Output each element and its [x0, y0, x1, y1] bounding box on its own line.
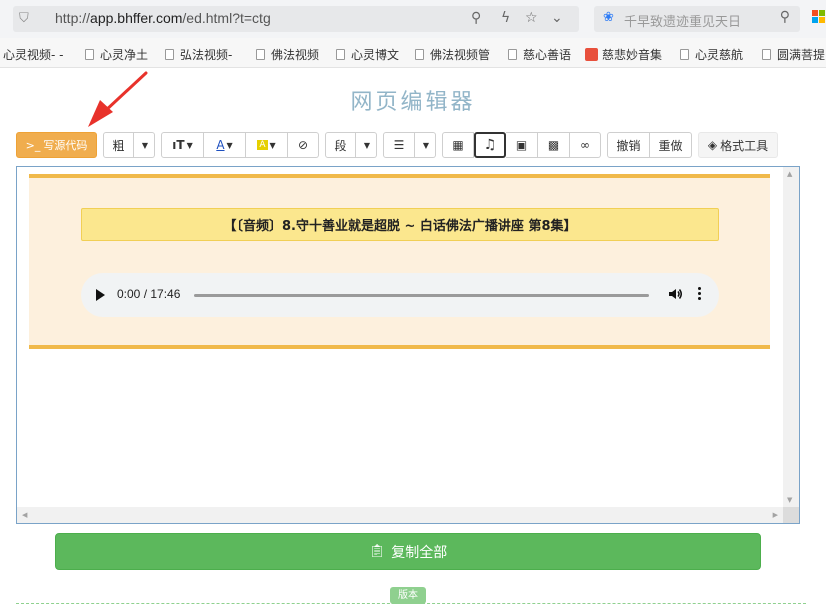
lightning-icon[interactable]: ϟ	[501, 10, 510, 26]
music-note-icon: ♫	[483, 137, 497, 153]
page-icon	[508, 49, 517, 60]
browser-search-box[interactable]: ❀ 千早致遗迹重见天日 ⚲	[594, 6, 800, 32]
vertical-scrollbar[interactable]: ▲ ▼	[783, 167, 799, 507]
insert-audio-button[interactable]: ♫	[474, 132, 506, 158]
audio-player: 0:00 / 17:46	[81, 273, 719, 317]
play-icon[interactable]	[96, 289, 105, 301]
page-icon	[415, 49, 424, 60]
font-color-icon: A	[216, 138, 225, 152]
clear-format-button[interactable]: ⊘	[288, 132, 319, 158]
editor-area[interactable]: 【〔音频〕8.守十善业就是超脱 ~ 白话佛法广播讲座 第8集】 0:00 / 1…	[16, 166, 800, 524]
highlight-icon: A	[257, 140, 268, 150]
page-icon	[336, 49, 345, 60]
content-title-banner: 【〔音频〕8.守十善业就是超脱 ~ 白话佛法广播讲座 第8集】	[81, 208, 719, 241]
audio-progress-bar[interactable]	[194, 294, 649, 297]
align-center-icon: ☰	[393, 138, 405, 152]
film-icon: ▦	[452, 138, 464, 152]
bookmark-item[interactable]: 慈心善语	[508, 46, 571, 62]
undo-button[interactable]: 撤销	[607, 132, 650, 158]
eraser-icon: ◈	[707, 138, 718, 152]
caret-down-icon: ▼	[363, 140, 371, 150]
page-icon	[256, 49, 265, 60]
image-icon: ▣	[515, 138, 528, 152]
bookmark-item[interactable]: 佛法视频	[256, 46, 319, 62]
page-icon	[680, 49, 689, 60]
windows-logo-icon[interactable]	[812, 10, 826, 24]
clear-format-icon: ⊘	[297, 138, 309, 152]
clipboard-icon: 📋︎	[368, 544, 386, 559]
site-favicon-icon	[585, 48, 598, 61]
caret-down-icon: ▼	[226, 140, 233, 150]
insert-image-button[interactable]: ▣	[506, 132, 538, 158]
caret-down-icon: ▼	[141, 140, 149, 150]
font-color-button[interactable]: A ▼	[204, 132, 246, 158]
browser-toolbar: ⛉ http://app.bhffer.com/ed.html?t=ctg ⚲ …	[0, 0, 826, 38]
version-badge[interactable]: 版本	[390, 587, 426, 604]
bookmark-item[interactable]: 心灵慈航	[680, 46, 743, 62]
security-shield-icon[interactable]: ⛉	[19, 11, 29, 26]
bookmark-item[interactable]: 心灵视频- -	[3, 46, 63, 62]
search-icon[interactable]: ⚲	[780, 9, 790, 25]
page-icon	[762, 49, 771, 60]
search-input[interactable]: 千早致遗迹重见天日	[624, 11, 741, 30]
editor-toolbar: >_ 写源代码 粗 ▼ ıT ▼ A ▼ A ▼ ⊘ 段 ▼ ☰ ▼ ▦ ♫ ▣ ▩ ∞…	[16, 132, 806, 160]
bookmark-item[interactable]: 心灵博文	[336, 46, 399, 62]
source-code-button[interactable]: >_ 写源代码	[16, 132, 97, 158]
caret-down-icon: ▼	[186, 140, 193, 150]
bookmark-item[interactable]: 圆满菩提	[762, 46, 825, 62]
qrcode-icon: ▩	[547, 138, 560, 152]
insert-video-button[interactable]: ▦	[442, 132, 474, 158]
paragraph-button[interactable]: 段	[325, 132, 356, 158]
font-size-icon: ıT	[172, 138, 185, 152]
zoom-icon[interactable]: ⚲	[471, 10, 481, 26]
font-size-button[interactable]: ıT ▼	[161, 132, 204, 158]
bold-button[interactable]: 粗	[103, 132, 134, 158]
terminal-icon: >_	[25, 138, 41, 152]
page-icon	[85, 49, 94, 60]
insert-qrcode-button[interactable]: ▩	[538, 132, 570, 158]
scroll-right-icon[interactable]: ▶	[773, 511, 778, 519]
url-text[interactable]: http://app.bhffer.com/ed.html?t=ctg	[55, 10, 271, 26]
horizontal-scrollbar[interactable]: ◀ ▶	[17, 507, 783, 523]
page-title: 网页编辑器	[350, 90, 476, 115]
bookmark-item[interactable]: 慈悲妙音集	[585, 46, 662, 62]
address-bar[interactable]: ⛉ http://app.bhffer.com/ed.html?t=ctg ⚲ …	[13, 6, 579, 32]
page-icon	[165, 49, 174, 60]
bookmarks-bar: 心灵视频- - 心灵净土 弘法视频- 佛法视频 心灵博文 佛法视频管 慈心善语 …	[0, 38, 826, 68]
copy-all-button[interactable]: 📋︎ 复制全部	[55, 533, 761, 570]
link-icon: ∞	[580, 138, 590, 152]
bold-dropdown-button[interactable]: ▼	[134, 132, 155, 158]
content-block: 【〔音频〕8.守十善业就是超脱 ~ 白话佛法广播讲座 第8集】 0:00 / 1…	[29, 174, 770, 349]
align-button[interactable]: ☰	[383, 132, 415, 158]
baidu-paw-icon: ❀	[603, 10, 614, 25]
align-dropdown-button[interactable]: ▼	[415, 132, 436, 158]
star-icon[interactable]: ☆	[525, 10, 538, 26]
scroll-left-icon[interactable]: ◀	[22, 511, 27, 519]
bookmark-item[interactable]: 弘法视频-	[165, 46, 232, 62]
caret-down-icon: ▼	[422, 140, 430, 150]
bookmark-item[interactable]: 心灵净土	[85, 46, 148, 62]
format-tools-button[interactable]: ◈ 格式工具	[698, 132, 778, 158]
volume-icon[interactable]	[667, 286, 683, 302]
caret-down-icon: ▼	[269, 140, 276, 150]
more-options-icon[interactable]	[698, 287, 702, 303]
chevron-down-icon[interactable]: ⌄	[551, 10, 563, 26]
scroll-up-icon[interactable]: ▲	[787, 170, 792, 178]
scroll-down-icon[interactable]: ▼	[787, 496, 792, 504]
paragraph-dropdown-button[interactable]: ▼	[356, 132, 377, 158]
audio-time: 0:00 / 17:46	[117, 287, 181, 301]
highlight-color-button[interactable]: A ▼	[246, 132, 288, 158]
bookmark-item[interactable]: 佛法视频管	[415, 46, 490, 62]
redo-button[interactable]: 重做	[650, 132, 692, 158]
scrollbar-corner	[783, 507, 799, 523]
insert-link-button[interactable]: ∞	[570, 132, 601, 158]
